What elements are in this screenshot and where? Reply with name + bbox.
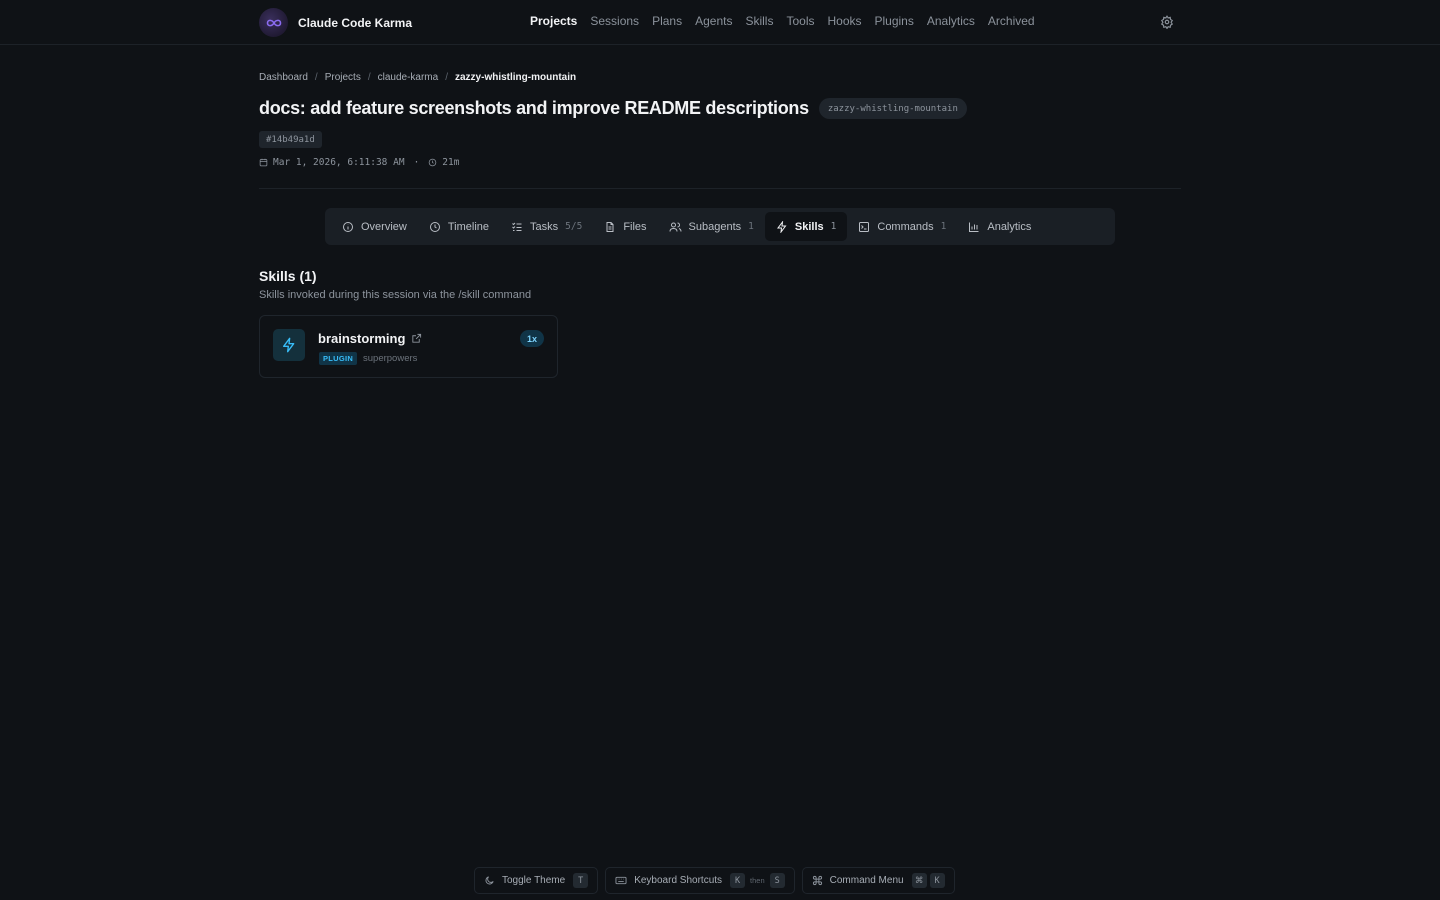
skill-name-row: brainstorming [318, 331, 422, 346]
tab-skills[interactable]: Skills 1 [764, 212, 848, 241]
command-icon [812, 875, 822, 886]
moon-icon [485, 876, 494, 885]
shortcut-label: Toggle Theme [502, 875, 566, 886]
kbd-key: T [573, 873, 589, 888]
session-slug-badge: zazzy-whistling-mountain [818, 98, 967, 119]
breadcrumb-separator: / [314, 72, 318, 83]
breadcrumb-dashboard[interactable]: Dashboard [259, 72, 308, 83]
toggle-theme-button[interactable]: Toggle Theme T [474, 867, 599, 894]
file-icon [606, 221, 614, 232]
kbd-key: K [929, 873, 945, 888]
users-icon [669, 222, 682, 232]
nav-sessions[interactable]: Sessions [590, 14, 639, 28]
tab-label: Files [623, 220, 647, 233]
section-title: Skills (1) [259, 268, 317, 284]
skill-name[interactable]: brainstorming [318, 331, 405, 346]
tab-count: 1 [748, 221, 754, 232]
zap-icon [776, 220, 787, 233]
nav-projects[interactable]: Projects [530, 14, 577, 28]
tab-label: Commands [877, 220, 934, 233]
tab-analytics[interactable]: Analytics [957, 212, 1042, 241]
breadcrumb-current: zazzy-whistling-mountain [454, 72, 577, 83]
nav-skills[interactable]: Skills [745, 14, 773, 28]
kbd-key: K [730, 873, 746, 888]
breadcrumb: Dashboard / Projects / claude-karma / za… [259, 72, 576, 83]
external-link-icon[interactable] [411, 333, 422, 344]
tab-label: Skills [794, 220, 824, 233]
tab-label: Tasks [530, 220, 559, 233]
app-name: Claude Code Karma [298, 15, 413, 30]
plugin-badge: PLUGIN [319, 352, 358, 365]
nav-analytics[interactable]: Analytics [927, 14, 975, 28]
divider [259, 188, 1181, 189]
shortcut-label: Keyboard Shortcuts [634, 875, 723, 886]
nav-archived[interactable]: Archived [988, 14, 1035, 28]
tab-commands[interactable]: Commands 1 [847, 212, 957, 241]
terminal-icon [859, 221, 870, 232]
breadcrumb-project[interactable]: claude-karma [378, 72, 439, 83]
session-hash-badge[interactable]: #14b49a1d [259, 131, 322, 148]
plugin-source: superpowers [363, 353, 418, 364]
tab-count: 1 [830, 221, 837, 232]
kbd-key: S [769, 873, 785, 888]
breadcrumb-separator: / [367, 72, 371, 83]
bar-chart-icon [969, 222, 979, 232]
nav-plugins[interactable]: Plugins [875, 14, 914, 28]
nav-plans[interactable]: Plans [652, 14, 682, 28]
kbd-key: ⌘ [911, 873, 927, 888]
tab-tasks[interactable]: Tasks 5/5 [500, 212, 593, 241]
tab-count: 5/5 [565, 221, 583, 232]
clock-icon [429, 221, 440, 232]
clock-icon [429, 158, 437, 167]
tab-count: 1 [940, 221, 947, 232]
session-date: Mar 1, 2026, 6:11:38 AM [273, 157, 405, 168]
tab-label: Overview [361, 220, 407, 233]
nav-agents[interactable]: Agents [695, 14, 732, 28]
top-navbar: Claude Code Karma Projects Sessions Plan… [0, 0, 1440, 45]
session-tabs: Overview Timeline Tasks 5/5 Files Subage… [325, 208, 1115, 245]
tab-label: Timeline [447, 220, 490, 233]
main-nav: Projects Sessions Plans Agents Skills To… [530, 14, 1035, 28]
breadcrumb-separator: / [445, 72, 448, 83]
breadcrumb-projects[interactable]: Projects [325, 72, 361, 83]
nav-hooks[interactable]: Hooks [827, 14, 861, 28]
meta-separator: · [413, 157, 420, 168]
command-menu-button[interactable]: Command Menu ⌘ K [801, 867, 955, 894]
shortcut-label: Command Menu [829, 875, 904, 886]
nav-tools[interactable]: Tools [786, 14, 814, 28]
calendar-icon [259, 158, 268, 167]
logo-icon [259, 8, 288, 37]
shortcut-joiner: then [750, 876, 765, 885]
session-meta: Mar 1, 2026, 6:11:38 AM · 21m [259, 157, 459, 168]
session-header: docs: add feature screenshots and improv… [259, 98, 967, 119]
tab-overview[interactable]: Overview [331, 212, 418, 241]
brand[interactable]: Claude Code Karma [259, 8, 412, 37]
section-subtitle: Skills invoked during this session via t… [259, 289, 532, 301]
skill-card[interactable]: brainstorming PLUGIN superpowers 1x [259, 315, 558, 378]
tab-files[interactable]: Files [593, 212, 657, 241]
session-duration: 21m [442, 157, 460, 168]
page-title: docs: add feature screenshots and improv… [259, 98, 809, 118]
info-icon [343, 221, 353, 232]
usage-count-badge: 1x [519, 330, 544, 347]
tasks-icon [512, 222, 522, 231]
tab-label: Analytics [987, 220, 1032, 233]
tab-label: Subagents [688, 220, 742, 233]
tab-timeline[interactable]: Timeline [418, 212, 500, 241]
zap-icon [273, 329, 305, 361]
tab-subagents[interactable]: Subagents 1 [658, 212, 765, 241]
shortcut-bar: Toggle Theme T Keyboard Shortcuts K then… [474, 867, 955, 894]
keyboard-shortcuts-button[interactable]: Keyboard Shortcuts K then S [605, 867, 795, 894]
keyboard-icon [615, 876, 627, 885]
gear-icon[interactable] [1160, 15, 1174, 29]
